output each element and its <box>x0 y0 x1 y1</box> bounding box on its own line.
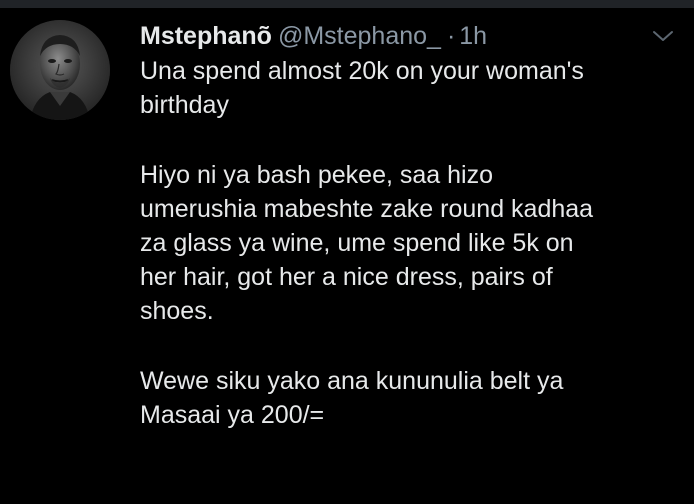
separator-dot: · <box>446 22 456 50</box>
avatar[interactable] <box>10 20 110 120</box>
tweet-text: Una spend almost 20k on your woman's bir… <box>140 54 685 432</box>
tweet[interactable]: Mstephanõ @Mstephano_ · 1h Una spend alm… <box>0 8 694 504</box>
tweet-paragraph: Wewe siku yako ana kununulia belt ya Mas… <box>140 367 564 429</box>
timestamp[interactable]: 1h <box>459 18 487 54</box>
author-display-name[interactable]: Mstephanõ <box>140 18 272 54</box>
tweet-paragraph: Hiyo ni ya bash pekee, saa hizo umerushi… <box>140 161 594 325</box>
avatar-portrait <box>10 20 110 120</box>
top-divider <box>0 0 694 8</box>
tweet-menu-button[interactable] <box>650 26 676 46</box>
tweet-header: Mstephanõ @Mstephano_ · 1h <box>140 18 487 54</box>
author-handle[interactable]: @Mstephano_ <box>278 18 441 54</box>
tweet-paragraph: Una spend almost 20k on your woman's bir… <box>140 57 584 119</box>
chevron-down-icon <box>653 31 673 41</box>
